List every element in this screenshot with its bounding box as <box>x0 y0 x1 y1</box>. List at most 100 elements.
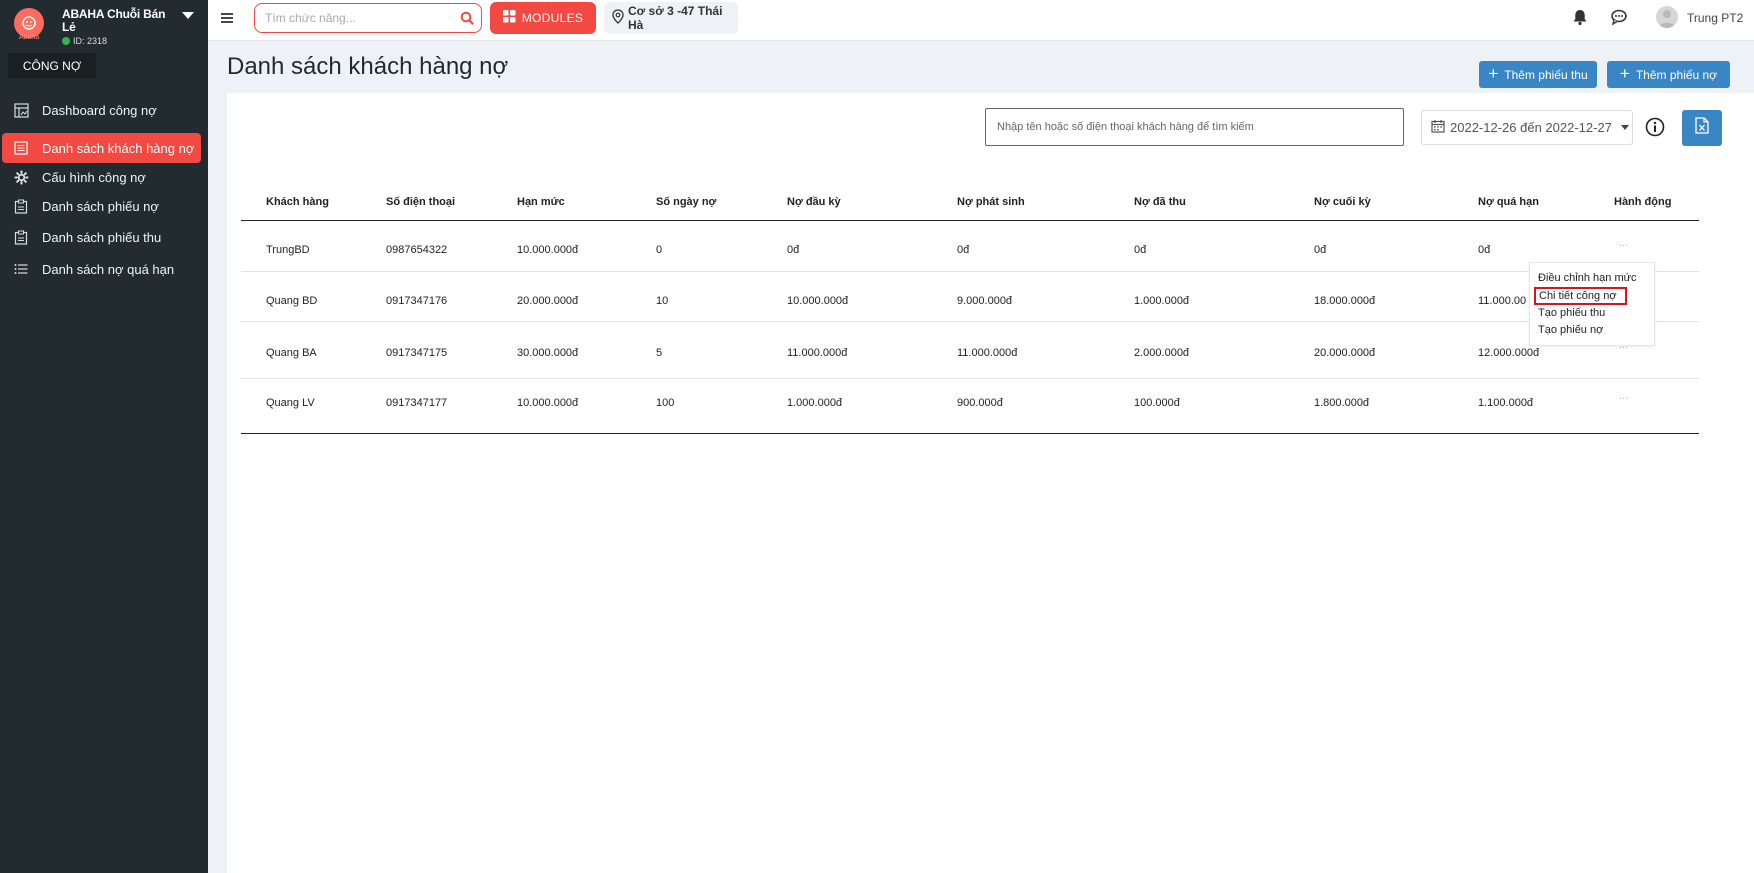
cell-closing-debt: 20.000.000đ <box>1314 347 1376 359</box>
topbar: MODULES Cơ sở 3 -47 Thái Hà Trung PT2 <box>208 0 1754 41</box>
cell-opening-debt: 1.000.000đ <box>787 397 843 409</box>
cell-opening-debt: 0đ <box>787 244 800 256</box>
add-debt-note-button[interactable]: + Thêm phiếu nợ <box>1607 61 1730 88</box>
cell-opening-debt: 11.000.000đ <box>787 347 848 359</box>
date-range-picker[interactable]: 2022-12-26 đến 2022-12-27 <box>1421 110 1633 145</box>
brand-id-text: ID: 2318 <box>73 36 108 46</box>
menu-item-debt-details[interactable]: Chi tiết công nợ <box>1534 287 1627 305</box>
search-icon[interactable] <box>460 11 474 25</box>
cell-customer: Quang BD <box>266 295 318 307</box>
row-action-menu: Điều chỉnh hạn mức Chi tiết công nợ Tạo … <box>1529 262 1655 346</box>
avatar[interactable] <box>1656 6 1678 28</box>
brand-id: ID: 2318 <box>62 36 107 46</box>
sidebar: Abaha ABAHA Chuỗi Bán Lẻ ID: 2318 CÔNG N… <box>0 0 208 873</box>
branch-name: Cơ sở 3 -47 Thái Hà <box>628 4 723 32</box>
sidebar-item-debt-notes[interactable]: Danh sách phiếu nợ <box>2 191 201 221</box>
table-row: TrungBD 0987654322 10.000.000đ 0 0đ 0đ 0… <box>241 222 1699 272</box>
modules-button[interactable]: MODULES <box>490 2 596 34</box>
cell-collected: 2.000.000đ <box>1134 347 1190 359</box>
sidebar-item-label: Danh sách khách hàng nợ <box>42 140 195 156</box>
feature-search-input[interactable] <box>265 4 455 32</box>
page-title: Danh sách khách hàng nợ <box>227 53 509 80</box>
cell-closing-debt: 18.000.000đ <box>1314 295 1376 307</box>
bell-icon[interactable] <box>1571 8 1589 26</box>
cell-customer: TrungBD <box>266 244 310 256</box>
gear-icon <box>13 169 29 185</box>
sidebar-item-label: Cấu hình công nợ <box>42 169 146 185</box>
list-icon <box>13 140 29 156</box>
column-header-overdue: Nợ quá hạn <box>1478 196 1539 208</box>
debtor-list-card: 2022-12-26 đến 2022-12-27 Khách hàng Số … <box>227 93 1754 873</box>
branch-selector[interactable]: Cơ sở 3 -47 Thái Hà <box>604 2 738 34</box>
table-row: Quang BA 0917347175 30.000.000đ 5 11.000… <box>241 322 1699 379</box>
chevron-down-icon[interactable] <box>182 12 194 19</box>
plus-icon: + <box>1488 63 1499 83</box>
add-receipt-label: Thêm phiếu thu <box>1504 67 1588 82</box>
row-actions-button[interactable]: ... <box>1619 390 1628 402</box>
cell-phone: 0987654322 <box>386 244 448 256</box>
grid-icon <box>502 10 516 26</box>
cell-phone: 0917347176 <box>386 295 448 307</box>
sidebar-item-label: Danh sách nợ quá hạn <box>42 261 175 277</box>
cell-collected: 0đ <box>1134 244 1147 256</box>
add-receipt-button[interactable]: + Thêm phiếu thu <box>1479 61 1597 88</box>
table-header: Khách hàng Số điện thoại Hạn mức Số ngày… <box>241 191 1699 221</box>
row-actions-button[interactable]: ... <box>1619 237 1628 249</box>
user-name[interactable]: Trung PT2 <box>1687 11 1743 25</box>
dashboard-icon <box>13 102 29 118</box>
cell-debt-days: 5 <box>656 347 663 359</box>
sidebar-item-label: Dashboard công nợ <box>42 102 157 118</box>
cell-overdue: 12.000.000đ <box>1478 347 1540 359</box>
sidebar-item-receipts[interactable]: Danh sách phiếu thu <box>2 222 201 252</box>
sidebar-item-debtor-list[interactable]: Danh sách khách hàng nợ <box>2 133 201 163</box>
menu-item-adjust-limit[interactable]: Điều chỉnh hạn mức <box>1538 272 1636 284</box>
sidebar-item-debt-config[interactable]: Cấu hình công nợ <box>2 162 201 192</box>
column-header-credit-limit: Hạn mức <box>517 196 565 208</box>
brand-switcher[interactable]: Abaha ABAHA Chuỗi Bán Lẻ ID: 2318 <box>12 8 202 48</box>
export-excel-button[interactable] <box>1682 110 1722 146</box>
cell-phone: 0917347177 <box>386 397 448 409</box>
column-header-customer: Khách hàng <box>266 196 329 208</box>
cell-new-debt: 0đ <box>957 244 970 256</box>
clipboard-icon <box>13 198 29 214</box>
hamburger-menu-icon[interactable] <box>220 11 234 25</box>
column-header-phone: Số điện thoại <box>386 196 456 208</box>
date-range-text: 2022-12-26 đến 2022-12-27 <box>1450 120 1612 135</box>
cell-opening-debt: 10.000.000đ <box>787 295 849 307</box>
column-header-debt-days: Số ngày nợ <box>656 196 717 208</box>
sidebar-item-label: Danh sách phiếu thu <box>42 229 162 245</box>
cell-new-debt: 9.000.000đ <box>957 295 1013 307</box>
cell-overdue: 1.100.000đ <box>1478 397 1534 409</box>
menu-item-create-debt-note[interactable]: Tạo phiếu nợ <box>1538 324 1603 336</box>
sidebar-item-dashboard[interactable]: Dashboard công nợ <box>2 95 201 125</box>
info-icon[interactable] <box>1645 117 1665 137</box>
column-header-new-debt: Nợ phát sinh <box>957 196 1025 208</box>
calendar-icon <box>1431 119 1445 136</box>
brand-logo-text: Abaha <box>18 34 40 41</box>
cell-new-debt: 11.000.000đ <box>957 347 1018 359</box>
map-pin-icon <box>612 9 624 27</box>
cell-customer: Quang LV <box>266 397 315 409</box>
cell-closing-debt: 0đ <box>1314 244 1327 256</box>
sidebar-item-label: Danh sách phiếu nợ <box>42 198 159 214</box>
menu-item-create-receipt[interactable]: Tạo phiếu thu <box>1538 307 1605 319</box>
cell-new-debt: 900.000đ <box>957 397 1003 409</box>
plus-icon: + <box>1619 63 1630 83</box>
online-status-icon <box>62 37 70 45</box>
cell-collected: 100.000đ <box>1134 397 1180 409</box>
chat-icon[interactable] <box>1610 8 1628 26</box>
column-header-closing-debt: Nợ cuối kỳ <box>1314 196 1371 208</box>
column-header-collected: Nợ đã thu <box>1134 196 1186 208</box>
sidebar-item-overdue[interactable]: Danh sách nợ quá hạn <box>2 254 201 284</box>
brand-name: ABAHA Chuỗi Bán Lẻ <box>62 7 166 34</box>
customer-search-input[interactable] <box>986 109 1386 145</box>
cell-debt-days: 100 <box>656 397 675 409</box>
chevron-down-icon <box>1620 125 1629 130</box>
cell-debt-days: 10 <box>656 295 669 307</box>
cell-collected: 1.000.000đ <box>1134 295 1190 307</box>
column-header-actions: Hành động <box>1614 196 1672 208</box>
cell-phone: 0917347175 <box>386 347 448 359</box>
add-debt-note-label: Thêm phiếu nợ <box>1635 67 1718 82</box>
module-section-label: CÔNG NỢ <box>8 53 96 78</box>
column-header-opening-debt: Nợ đầu kỳ <box>787 196 841 208</box>
